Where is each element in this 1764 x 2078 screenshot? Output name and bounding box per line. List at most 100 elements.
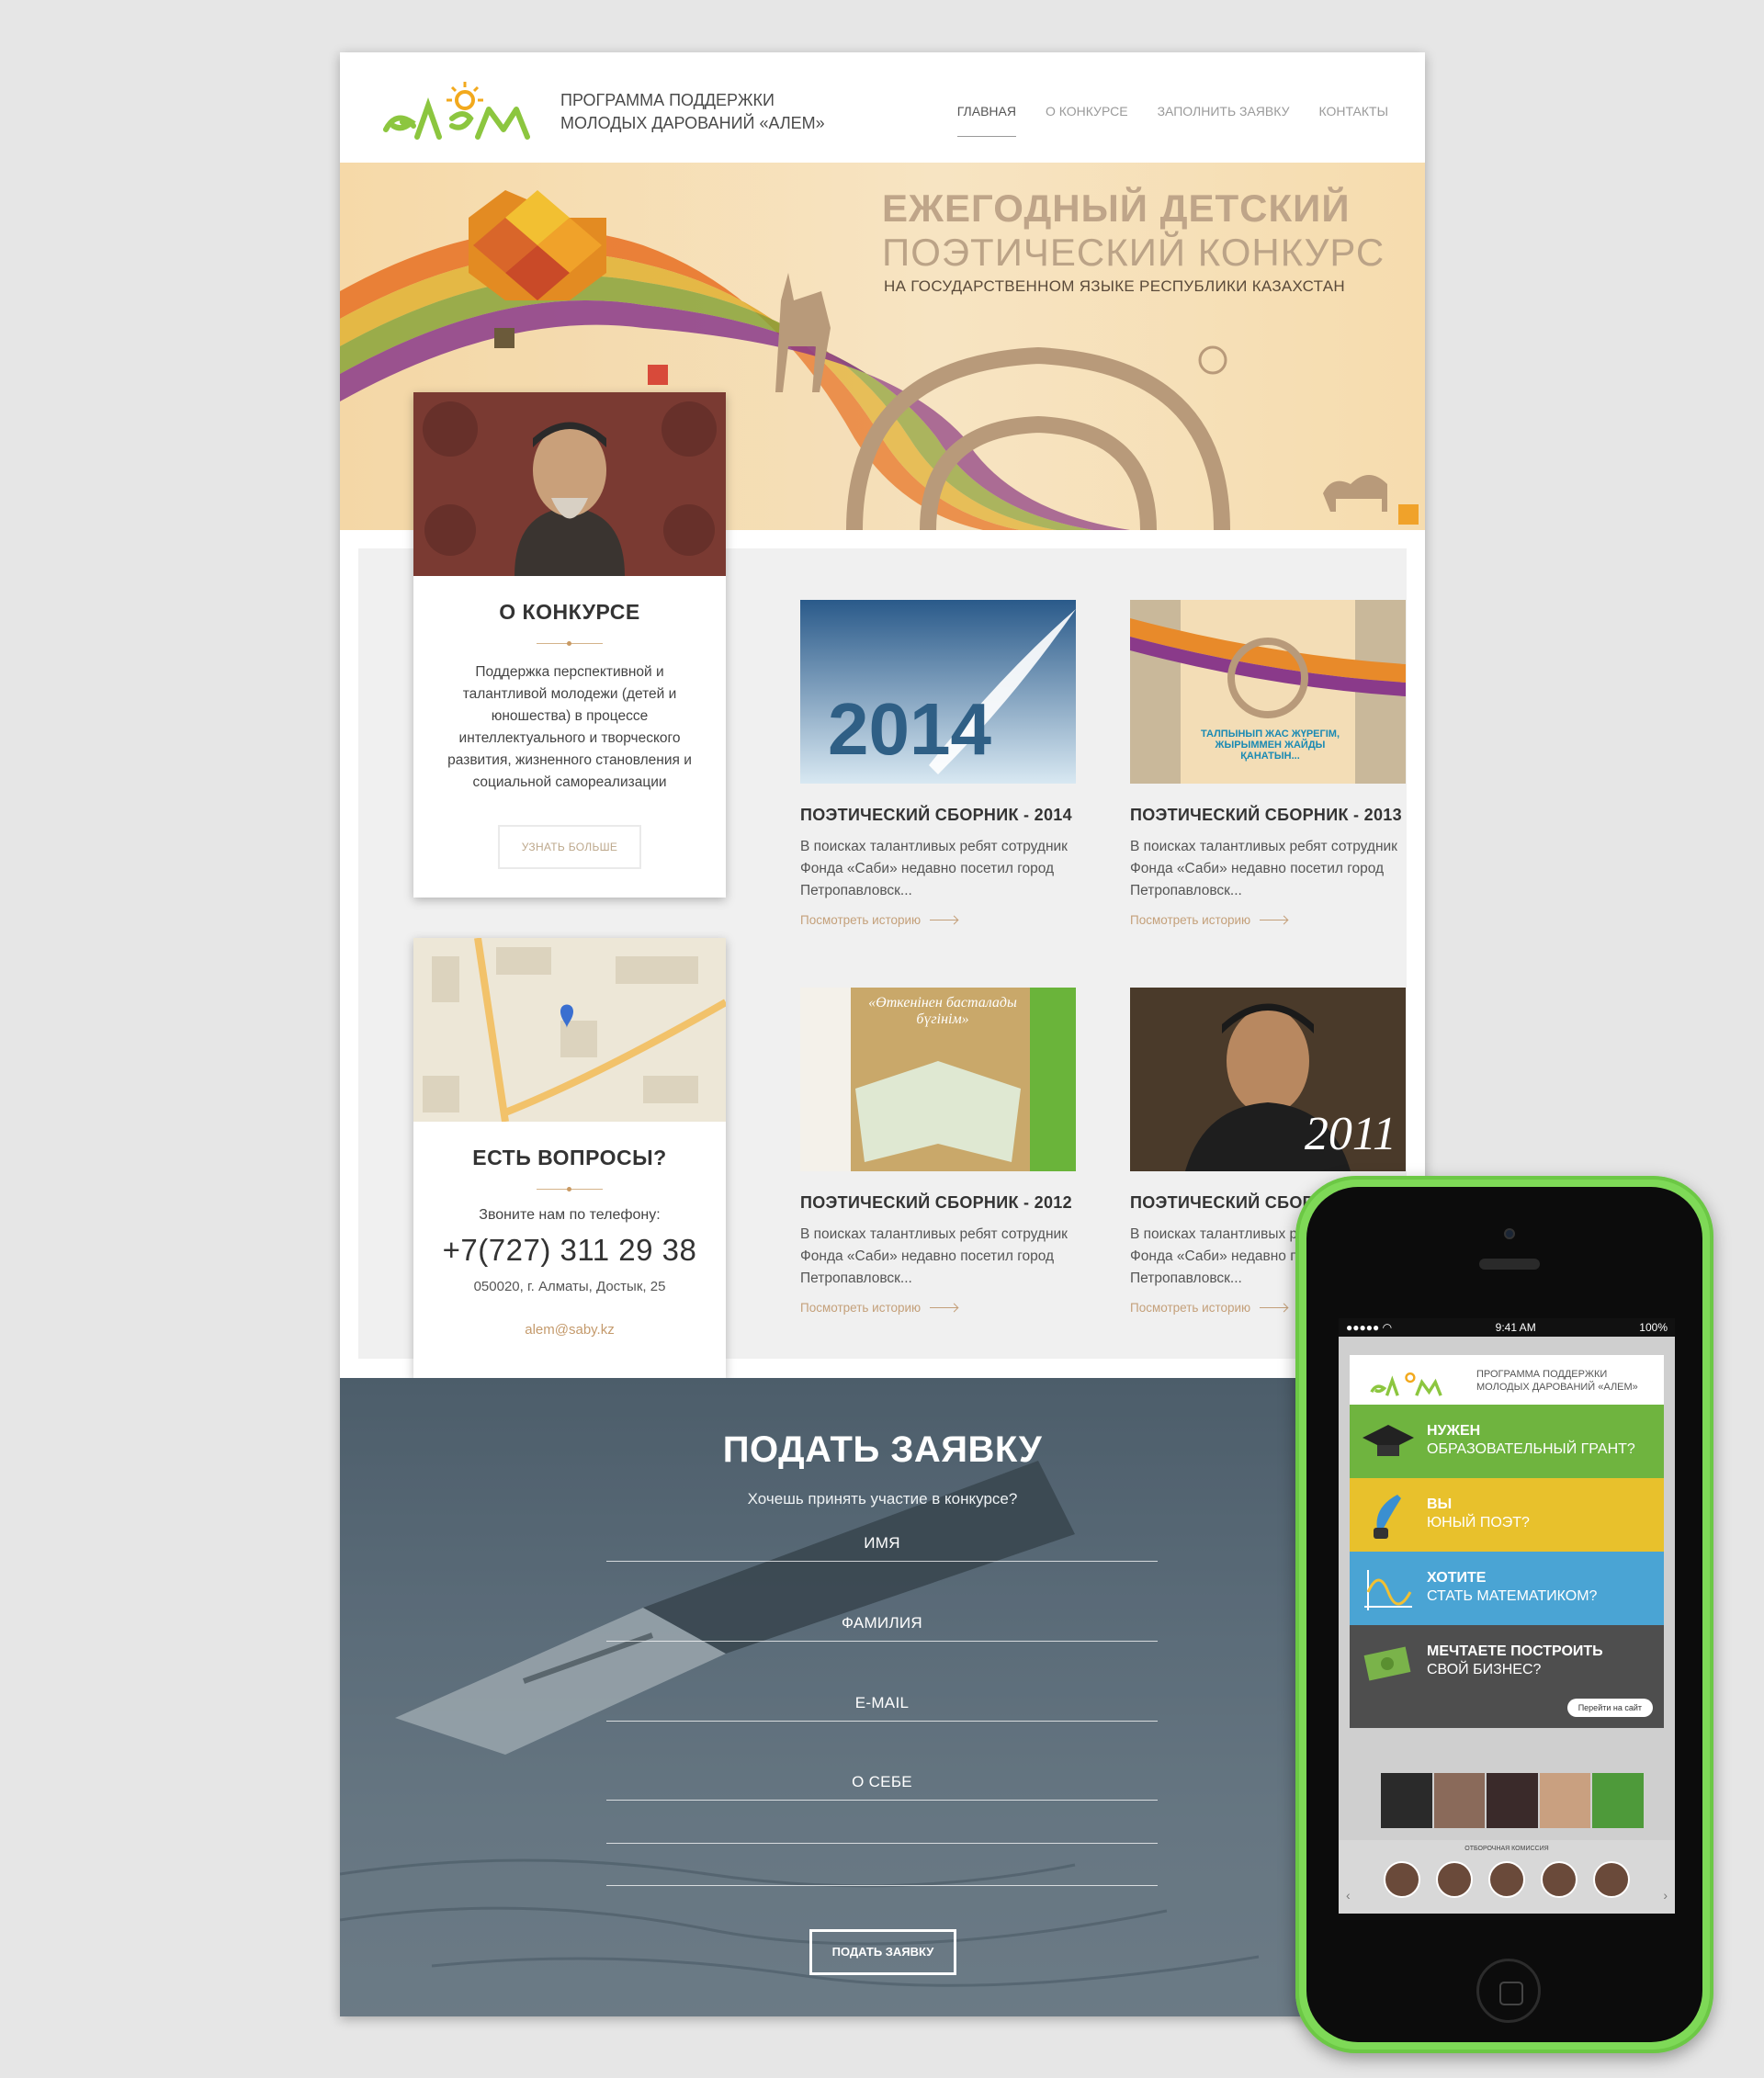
- submit-application-button[interactable]: ПОДАТЬ ЗАЯВКУ: [809, 1929, 956, 1975]
- news-title[interactable]: ПОЭТИЧЕСКИЙ СБОРНИК - 2012: [800, 1193, 1076, 1213]
- grant-row-line1: НУЖЕН: [1427, 1423, 1481, 1439]
- address: 050020, г. Алматы, Достык, 25: [473, 1279, 666, 1294]
- site-tagline: ПРОГРАММА ПОДДЕРЖКИ МОЛОДЫХ ДАРОВАНИЙ «А…: [560, 89, 825, 135]
- math-row-line1: ХОТИТЕ: [1427, 1570, 1487, 1586]
- go-to-site-button[interactable]: Перейти на сайт: [1566, 1699, 1653, 1717]
- thumb-2011-text: 2011: [1304, 1108, 1396, 1160]
- news-text: В поисках талантливых ребят сотрудник Фо…: [800, 1226, 1068, 1286]
- math-row[interactable]: ХОТИТЕ СТАТЬ МАТЕМАТИКОМ?: [1350, 1552, 1664, 1625]
- banner-title-line1: ЕЖЕГОДНЫЙ ДЕТСКИЙ: [882, 186, 1351, 230]
- math-row-line2: СТАТЬ МАТЕМАТИКОМ?: [1427, 1588, 1598, 1604]
- signal-icon: ●●●●● ◠: [1346, 1321, 1393, 1334]
- graduation-cap-icon: [1363, 1425, 1414, 1456]
- mobile-tagline-line2: МОЛОДЫХ ДАРОВАНИЙ «АЛЕМ»: [1476, 1382, 1638, 1393]
- business-row-line2: СВОЙ БИЗНЕС?: [1427, 1662, 1542, 1677]
- avatar[interactable]: [1383, 1861, 1420, 1898]
- read-more-link[interactable]: Посмотреть историю: [800, 913, 1076, 927]
- location-map[interactable]: [413, 938, 726, 1122]
- money-icon: [1363, 1646, 1411, 1681]
- news-thumb-2012[interactable]: «Өткенінен басталады бүгінім»: [800, 988, 1076, 1171]
- banner-title-line2: ПОЭТИЧЕСКИЙ КОНКУРС: [882, 231, 1385, 274]
- phone-mockup: ●●●●● ◠ 9:41 AM 100% ПРОГРАММА ПОДДЕРЖКИ…: [1295, 1176, 1713, 2053]
- avatar[interactable]: [1435, 1861, 1473, 1898]
- news-item: «Өткенінен басталады бүгінім» ПОЭТИЧЕСКИ…: [800, 988, 1076, 1315]
- grant-row[interactable]: НУЖЕН ОБРАЗОВАТЕЛЬНЫЙ ГРАНТ?: [1350, 1405, 1664, 1478]
- phone-number[interactable]: +7(727) 311 29 38: [413, 1233, 726, 1268]
- form-title: ПОДАТЬ ЗАЯВКУ: [722, 1429, 1043, 1470]
- read-more-link[interactable]: Посмотреть историю: [1130, 913, 1406, 927]
- about-divider: [537, 641, 603, 647]
- mobile-header: ПРОГРАММА ПОДДЕРЖКИ МОЛОДЫХ ДАРОВАНИЙ «А…: [1350, 1355, 1664, 1405]
- avatar[interactable]: [1541, 1861, 1578, 1898]
- poet-row-line2: ЮНЫЙ ПОЭТ?: [1427, 1515, 1530, 1530]
- news-title[interactable]: ПОЭТИЧЕСКИЙ СБОРНИК - 2013: [1130, 806, 1406, 825]
- contact-divider: [537, 1187, 603, 1192]
- about-card: О КОНКУРСЕ Поддержка перспективной и тал…: [413, 392, 726, 898]
- clock: 9:41 AM: [1495, 1321, 1536, 1334]
- banner-subtitle: НА ГОСУДАРСТВЕННОМ ЯЗЫКЕ РЕСПУБЛИКИ КАЗА…: [884, 277, 1345, 295]
- committee-section: ОТБОРОЧНАЯ КОМИССИЯ: [1339, 1840, 1675, 1914]
- chevron-right-icon[interactable]: ›: [1663, 1888, 1668, 1903]
- news-item: 2014 ПОЭТИЧЕСКИЙ СБОРНИК - 2014 В поиска…: [800, 600, 1076, 927]
- home-button[interactable]: [1476, 1959, 1541, 2023]
- content-area: О КОНКУРСЕ Поддержка перспективной и тал…: [358, 392, 1407, 1379]
- quill-icon: [1374, 1495, 1401, 1539]
- phone-screen: ●●●●● ◠ 9:41 AM 100% ПРОГРАММА ПОДДЕРЖКИ…: [1339, 1318, 1675, 1914]
- thumb-2012-text: «Өткенінен басталады бүгінім»: [868, 995, 1017, 1027]
- alem-logo-mobile[interactable]: [1361, 1361, 1453, 1401]
- surname-field[interactable]: ФАМИЛИЯ: [606, 1596, 1158, 1642]
- news-thumb-2011[interactable]: 2011: [1130, 988, 1406, 1171]
- avatar[interactable]: [1593, 1861, 1631, 1898]
- nav-apply[interactable]: ЗАПОЛНИТЬ ЗАЯВКУ: [1158, 104, 1290, 137]
- status-bar: ●●●●● ◠ 9:41 AM 100%: [1339, 1318, 1675, 1337]
- business-row-line1: МЕЧТАЕТЕ ПОСТРОИТЬ: [1427, 1643, 1603, 1659]
- graph-icon: [1364, 1570, 1412, 1610]
- earpiece: [1479, 1259, 1540, 1270]
- learn-more-button[interactable]: УЗНАТЬ БОЛЬШЕ: [497, 825, 642, 869]
- news-item: ТАЛПЫНЫП ЖАС ЖҮРЕГІМ, ЖЫРЫММЕН ЖАЙДЫ ҚАН…: [1130, 600, 1406, 927]
- business-row[interactable]: МЕЧТАЕТЕ ПОСТРОИТЬ СВОЙ БИЗНЕС? Перейти …: [1350, 1625, 1664, 1728]
- alem-logo[interactable]: [375, 65, 540, 148]
- battery-level: 100%: [1639, 1321, 1668, 1334]
- form-subtitle: Хочешь принять участие в конкурсе?: [747, 1490, 1018, 1508]
- chevron-left-icon[interactable]: ‹: [1346, 1888, 1351, 1903]
- mobile-tagline-line1: ПРОГРАММА ПОДДЕРЖКИ: [1476, 1369, 1608, 1380]
- call-label: Звоните нам по телефону:: [479, 1207, 661, 1223]
- avatar[interactable]: [1487, 1861, 1525, 1898]
- contact-card: ЕСТЬ ВОПРОСЫ? Звоните нам по телефону: +…: [413, 938, 726, 1379]
- contact-title: ЕСТЬ ВОПРОСЫ?: [472, 1146, 667, 1169]
- committee-label: ОТБОРОЧНАЯ КОМИССИЯ: [1464, 1846, 1549, 1852]
- site-header: ПРОГРАММА ПОДДЕРЖКИ МОЛОДЫХ ДАРОВАНИЙ «А…: [340, 52, 1425, 163]
- phone-body: ●●●●● ◠ 9:41 AM 100% ПРОГРАММА ПОДДЕРЖКИ…: [1306, 1187, 1702, 2042]
- read-more-link[interactable]: Посмотреть историю: [800, 1301, 1076, 1315]
- thumb-2013-text: ТАЛПЫНЫП ЖАС ЖҮРЕГІМ, ЖЫРЫММЕН ЖАЙДЫ ҚАН…: [1200, 728, 1340, 762]
- email-link[interactable]: alem@saby.kz: [413, 1322, 726, 1338]
- nav-about[interactable]: О КОНКУРСЕ: [1046, 104, 1128, 137]
- abai-portrait: [413, 392, 726, 576]
- poet-row-line1: ВЫ: [1427, 1496, 1453, 1512]
- grant-row-line2: ОБРАЗОВАТЕЛЬНЫЙ ГРАНТ?: [1427, 1441, 1635, 1457]
- committee-avatars: [1339, 1852, 1675, 1898]
- news-text: В поисках талантливых ребят сотрудник Фо…: [800, 839, 1068, 898]
- thumb-2014-text: 2014: [828, 688, 991, 770]
- nav-contacts[interactable]: КОНТАКТЫ: [1318, 104, 1388, 137]
- camera-icon: [1504, 1228, 1515, 1239]
- news-text: В поисках талантливых ребят сотрудник Фо…: [1130, 839, 1397, 898]
- about-text: Поддержка перспективной и талантливой мо…: [447, 664, 692, 790]
- email-field[interactable]: E-MAIL: [606, 1676, 1158, 1722]
- news-title[interactable]: ПОЭТИЧЕСКИЙ СБОРНИК - 2014: [800, 806, 1076, 825]
- about-title: О КОНКУРСЕ: [499, 600, 640, 624]
- news-thumb-2014[interactable]: 2014: [800, 600, 1076, 784]
- news-thumb-2013[interactable]: ТАЛПЫНЫП ЖАС ЖҮРЕГІМ, ЖЫРЫММЕН ЖАЙДЫ ҚАН…: [1130, 600, 1406, 784]
- nav-home[interactable]: ГЛАВНАЯ: [956, 104, 1017, 137]
- about-field-line3[interactable]: [606, 1840, 1158, 1886]
- tagline-line1: ПРОГРАММА ПОДДЕРЖКИ: [560, 91, 775, 109]
- name-field[interactable]: ИМЯ: [606, 1516, 1158, 1562]
- about-field-line2[interactable]: [606, 1798, 1158, 1844]
- arrow-right-icon: [930, 1307, 958, 1308]
- tagline-line2: МОЛОДЫХ ДАРОВАНИЙ «АЛЕМ»: [560, 114, 825, 132]
- mobile-tagline: ПРОГРАММА ПОДДЕРЖКИ МОЛОДЫХ ДАРОВАНИЙ «А…: [1476, 1368, 1638, 1394]
- photo-strip: [1381, 1773, 1644, 1828]
- about-field[interactable]: О СЕБЕ: [606, 1755, 1158, 1801]
- poet-row[interactable]: ВЫ ЮНЫЙ ПОЭТ?: [1350, 1478, 1664, 1552]
